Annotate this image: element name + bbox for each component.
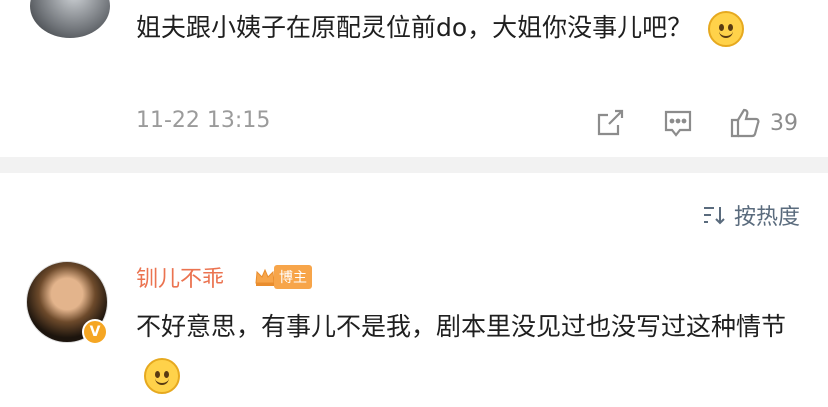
reply-body: 不好意思，有事儿不是我，剧本里没见过也没写过这种情节 [136,312,787,341]
section-divider [0,157,828,173]
blogger-badge: 博主 [254,265,312,289]
reply-button[interactable] [661,106,695,140]
sort-by-hot-button[interactable]: 按热度 [702,199,800,231]
share-icon [597,109,624,136]
blogger-badge-label: 博主 [274,265,312,289]
top-comment: 姐夫跟小姨子在原配灵位前do，大姐你没事儿吧？ 11-22 13:15 39 [0,0,828,157]
like-button[interactable]: 39 [728,106,798,140]
crown-icon [255,268,275,286]
like-count: 39 [770,110,798,136]
verified-badge-icon: V [82,319,108,345]
reply-section: 按热度 V 钏儿不乖 博主 不好意思，有事儿不是我，剧本里没见过也没写过这种情节 [0,173,828,407]
top-comment-text: 姐夫跟小姨子在原配灵位前do，大姐你没事儿吧？ [136,4,816,52]
share-button[interactable] [593,106,627,140]
smile-emoji-icon [144,358,180,394]
timestamp: 11-22 13:15 [136,108,271,133]
top-commenter-avatar[interactable] [30,0,110,38]
thumbs-up-icon [730,108,760,138]
blogger-username[interactable]: 钏儿不乖 [136,261,224,293]
comment-icon [664,110,692,137]
top-comment-body: 姐夫跟小姨子在原配灵位前do，大姐你没事儿吧？ [136,13,693,42]
sort-label: 按热度 [733,205,800,230]
reply-text: 不好意思，有事儿不是我，剧本里没见过也没写过这种情节 [136,303,816,399]
sort-icon [703,207,725,225]
thinking-face-emoji-icon [708,11,745,47]
